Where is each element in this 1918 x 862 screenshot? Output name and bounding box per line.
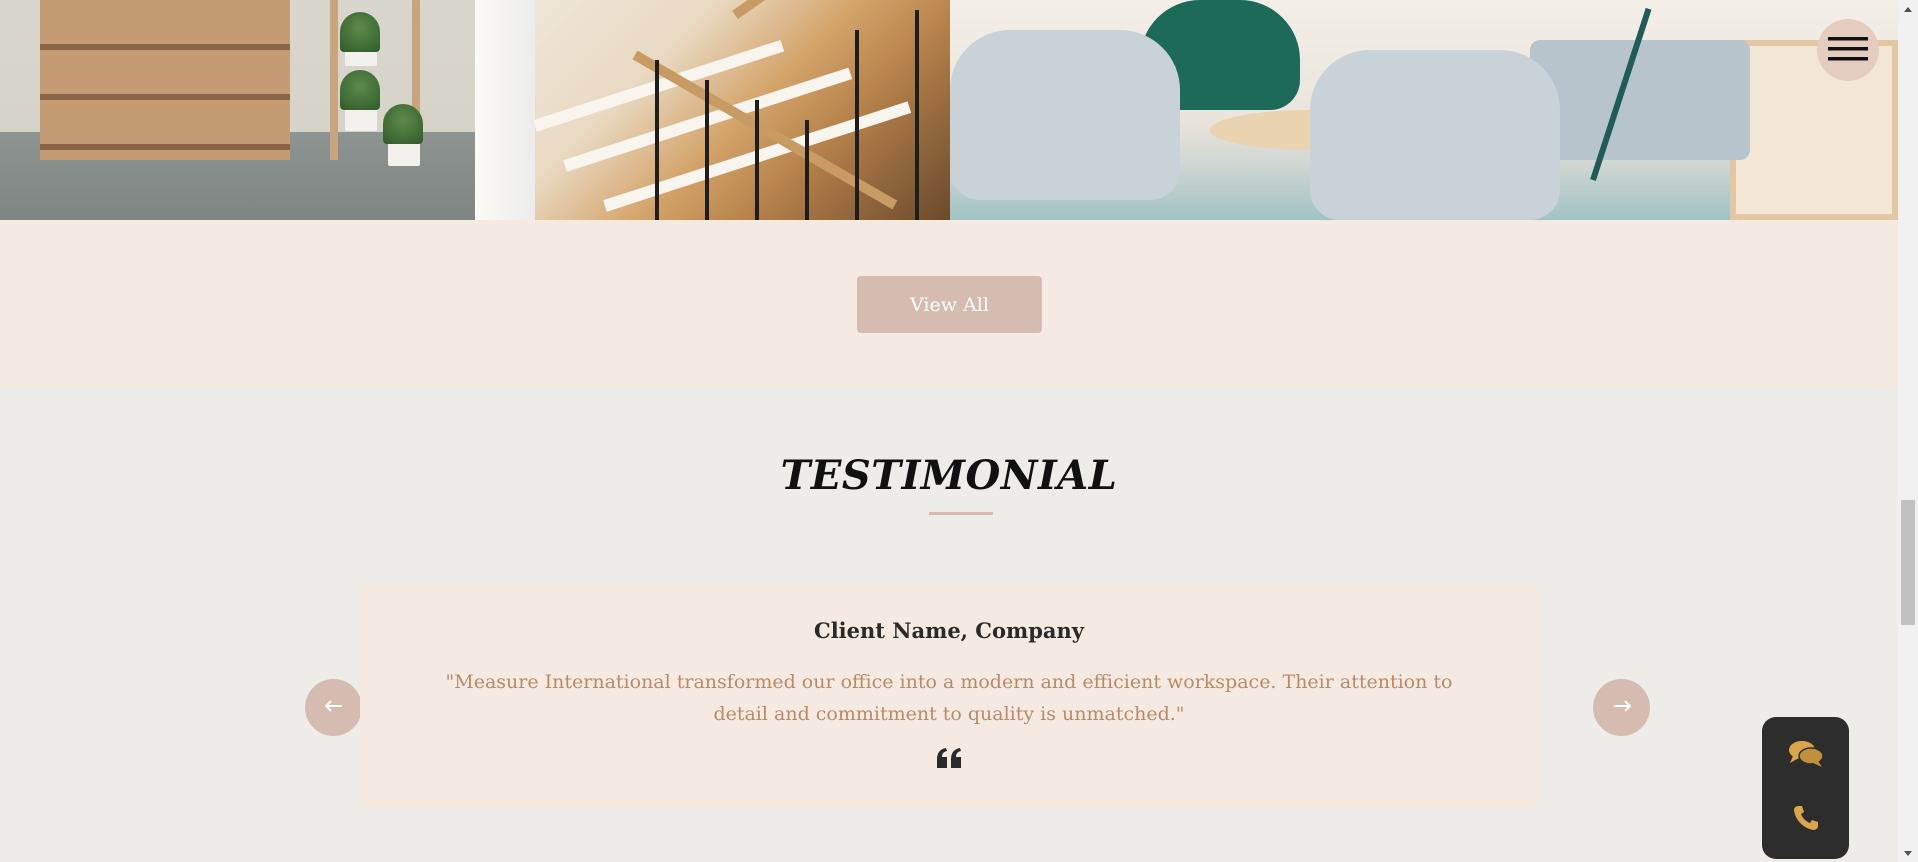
testimonial-quote: "Measure International transformed our o… [445, 671, 1453, 725]
title-divider [929, 512, 993, 515]
scrollbar-thumb[interactable] [1901, 500, 1915, 625]
testimonial-next-button[interactable] [1593, 679, 1650, 736]
scroll-up-arrow-icon[interactable] [1898, 0, 1918, 18]
chat-button[interactable] [1762, 725, 1849, 787]
project-gallery [0, 0, 1898, 220]
hamburger-icon [1828, 35, 1868, 66]
scroll-down-arrow-icon[interactable] [1898, 844, 1918, 862]
quote-icon [935, 746, 963, 770]
testimonial-card: Client Name, Company "Measure Internatio… [360, 584, 1538, 808]
page: View All TESTIMONIAL Client Name, Compan… [0, 0, 1898, 862]
menu-button[interactable] [1817, 19, 1879, 81]
testimonial-prev-button[interactable] [305, 679, 362, 736]
gallery-image-lounge[interactable] [950, 0, 1898, 220]
view-all-button[interactable]: View All [857, 276, 1042, 333]
client-name: Client Name, Company [813, 618, 1085, 643]
arrow-right-icon [1613, 700, 1631, 715]
gallery-image-staircase[interactable] [475, 0, 950, 220]
gallery-image-bedroom[interactable] [0, 0, 475, 220]
testimonial-section: TESTIMONIAL Client Name, Company "Measur… [0, 388, 1898, 862]
contact-widget [1762, 717, 1849, 859]
section-title: TESTIMONIAL [780, 452, 1118, 499]
page-scrollbar[interactable] [1898, 0, 1918, 862]
phone-button[interactable] [1762, 789, 1849, 851]
chat-bubbles-icon [1787, 738, 1825, 774]
phone-icon [1791, 803, 1821, 837]
arrow-left-icon [324, 700, 343, 715]
view-all-band: View All [0, 220, 1898, 388]
